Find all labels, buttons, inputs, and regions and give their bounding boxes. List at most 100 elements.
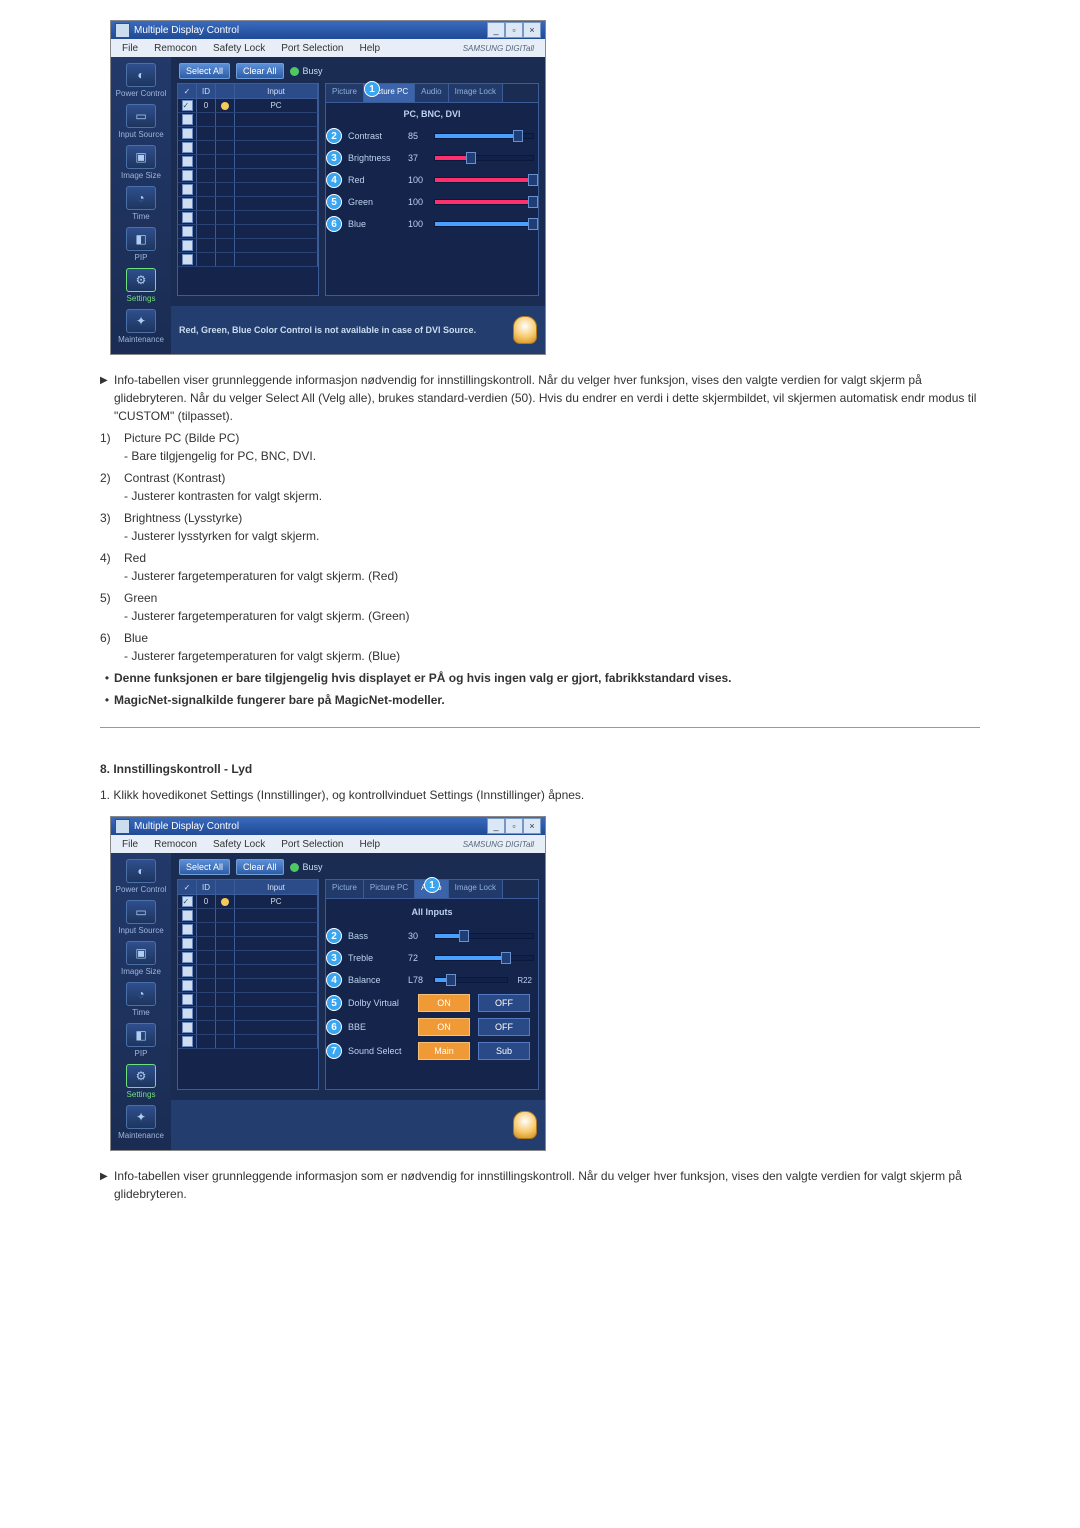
table-row[interactable] bbox=[178, 937, 318, 951]
row-checkbox[interactable] bbox=[182, 938, 193, 949]
table-row[interactable] bbox=[178, 211, 318, 225]
sidebar-item-maintenance[interactable]: ✦Maintenance bbox=[114, 309, 168, 348]
sidebar-item-pip[interactable]: ◧PIP bbox=[114, 1023, 168, 1062]
slider-track[interactable] bbox=[434, 177, 534, 183]
row-checkbox[interactable] bbox=[182, 142, 193, 153]
menu-item-port-selection[interactable]: Port Selection bbox=[273, 41, 351, 56]
slider-thumb[interactable] bbox=[459, 930, 469, 942]
slider-thumb[interactable] bbox=[528, 218, 538, 230]
slider-track[interactable] bbox=[434, 133, 534, 139]
display-grid[interactable]: ✓ID Input0PC bbox=[177, 83, 319, 296]
sidebar-item-time[interactable]: ◔Time bbox=[114, 982, 168, 1021]
toggle-option-a[interactable]: Main bbox=[418, 1042, 470, 1060]
slider-thumb[interactable] bbox=[528, 174, 538, 186]
table-row[interactable] bbox=[178, 923, 318, 937]
table-row[interactable] bbox=[178, 993, 318, 1007]
slider-thumb[interactable] bbox=[446, 974, 456, 986]
sidebar-item-time[interactable]: ◔Time bbox=[114, 186, 168, 225]
tab-picture[interactable]: Picture bbox=[326, 84, 364, 102]
table-row[interactable]: 0PC bbox=[178, 99, 318, 113]
row-checkbox[interactable] bbox=[182, 212, 193, 223]
table-row[interactable] bbox=[178, 239, 318, 253]
row-checkbox[interactable] bbox=[182, 184, 193, 195]
table-row[interactable] bbox=[178, 253, 318, 267]
sidebar-item-settings[interactable]: ⚙Settings bbox=[114, 268, 168, 307]
sidebar-item-input-source[interactable]: ▭Input Source bbox=[114, 900, 168, 939]
menu-item-safety-lock[interactable]: Safety Lock bbox=[205, 837, 273, 852]
window-maximize-button[interactable]: ▫ bbox=[505, 818, 523, 834]
table-row[interactable] bbox=[178, 127, 318, 141]
table-row[interactable]: 0PC bbox=[178, 895, 318, 909]
table-row[interactable] bbox=[178, 141, 318, 155]
table-row[interactable] bbox=[178, 1021, 318, 1035]
window-minimize-button[interactable]: _ bbox=[487, 818, 505, 834]
row-checkbox[interactable] bbox=[182, 952, 193, 963]
slider-track[interactable] bbox=[434, 155, 534, 161]
row-checkbox[interactable] bbox=[182, 226, 193, 237]
grid-header-stat[interactable] bbox=[216, 84, 235, 98]
table-row[interactable] bbox=[178, 965, 318, 979]
tab-picture[interactable]: Picture bbox=[326, 880, 364, 898]
table-row[interactable] bbox=[178, 1035, 318, 1049]
slider-thumb[interactable] bbox=[501, 952, 511, 964]
table-row[interactable] bbox=[178, 155, 318, 169]
tab-image-lock[interactable]: Image Lock bbox=[449, 880, 503, 898]
table-row[interactable] bbox=[178, 197, 318, 211]
select-all-button[interactable]: Select All bbox=[179, 859, 230, 875]
grid-header-chk[interactable]: ✓ bbox=[178, 84, 197, 98]
table-row[interactable] bbox=[178, 169, 318, 183]
menu-item-file[interactable]: File bbox=[114, 837, 146, 852]
grid-header-input[interactable]: Input bbox=[235, 84, 318, 98]
row-checkbox[interactable] bbox=[182, 114, 193, 125]
row-checkbox[interactable] bbox=[182, 994, 193, 1005]
table-row[interactable] bbox=[178, 979, 318, 993]
toggle-option-a[interactable]: ON bbox=[418, 1018, 470, 1036]
tab-picture-pc[interactable]: Picture PC bbox=[364, 880, 415, 898]
table-row[interactable] bbox=[178, 951, 318, 965]
row-checkbox[interactable] bbox=[182, 1008, 193, 1019]
window-titlebar[interactable]: Multiple Display Control _ ▫ × bbox=[111, 817, 545, 835]
clear-all-button[interactable]: Clear All bbox=[236, 63, 284, 79]
display-grid[interactable]: ✓ID Input0PC bbox=[177, 879, 319, 1090]
slider-thumb[interactable] bbox=[513, 130, 523, 142]
table-row[interactable] bbox=[178, 183, 318, 197]
sidebar-item-power-control[interactable]: ◐Power Control bbox=[114, 859, 168, 898]
sidebar-item-maintenance[interactable]: ✦Maintenance bbox=[114, 1105, 168, 1144]
window-close-button[interactable]: × bbox=[523, 818, 541, 834]
menu-item-remocon[interactable]: Remocon bbox=[146, 41, 205, 56]
window-maximize-button[interactable]: ▫ bbox=[505, 22, 523, 38]
row-checkbox[interactable] bbox=[182, 128, 193, 139]
slider-thumb[interactable] bbox=[528, 196, 538, 208]
row-checkbox[interactable] bbox=[182, 924, 193, 935]
row-checkbox[interactable] bbox=[182, 156, 193, 167]
table-row[interactable] bbox=[178, 225, 318, 239]
row-checkbox[interactable] bbox=[182, 1036, 193, 1047]
slider-track[interactable] bbox=[434, 933, 534, 939]
toggle-option-b[interactable]: OFF bbox=[478, 1018, 530, 1036]
slider-track[interactable] bbox=[434, 199, 534, 205]
menu-item-file[interactable]: File bbox=[114, 41, 146, 56]
grid-header-input[interactable]: Input bbox=[235, 880, 318, 894]
menu-item-help[interactable]: Help bbox=[351, 41, 388, 56]
row-checkbox[interactable] bbox=[182, 980, 193, 991]
table-row[interactable] bbox=[178, 113, 318, 127]
table-row[interactable] bbox=[178, 909, 318, 923]
sidebar-item-image-size[interactable]: ▣Image Size bbox=[114, 145, 168, 184]
menu-item-help[interactable]: Help bbox=[351, 837, 388, 852]
slider-track[interactable] bbox=[434, 221, 534, 227]
sidebar-item-pip[interactable]: ◧PIP bbox=[114, 227, 168, 266]
tab-image-lock[interactable]: Image Lock bbox=[449, 84, 503, 102]
slider-track[interactable] bbox=[434, 955, 534, 961]
row-checkbox[interactable] bbox=[182, 910, 193, 921]
toggle-option-b[interactable]: Sub bbox=[478, 1042, 530, 1060]
grid-header-stat[interactable] bbox=[216, 880, 235, 894]
row-checkbox[interactable] bbox=[182, 198, 193, 209]
grid-header-id[interactable]: ID bbox=[197, 880, 216, 894]
row-checkbox[interactable] bbox=[182, 254, 193, 265]
toggle-option-a[interactable]: ON bbox=[418, 994, 470, 1012]
grid-header-chk[interactable]: ✓ bbox=[178, 880, 197, 894]
row-checkbox[interactable] bbox=[182, 240, 193, 251]
slider-thumb[interactable] bbox=[466, 152, 476, 164]
window-close-button[interactable]: × bbox=[523, 22, 541, 38]
table-row[interactable] bbox=[178, 1007, 318, 1021]
